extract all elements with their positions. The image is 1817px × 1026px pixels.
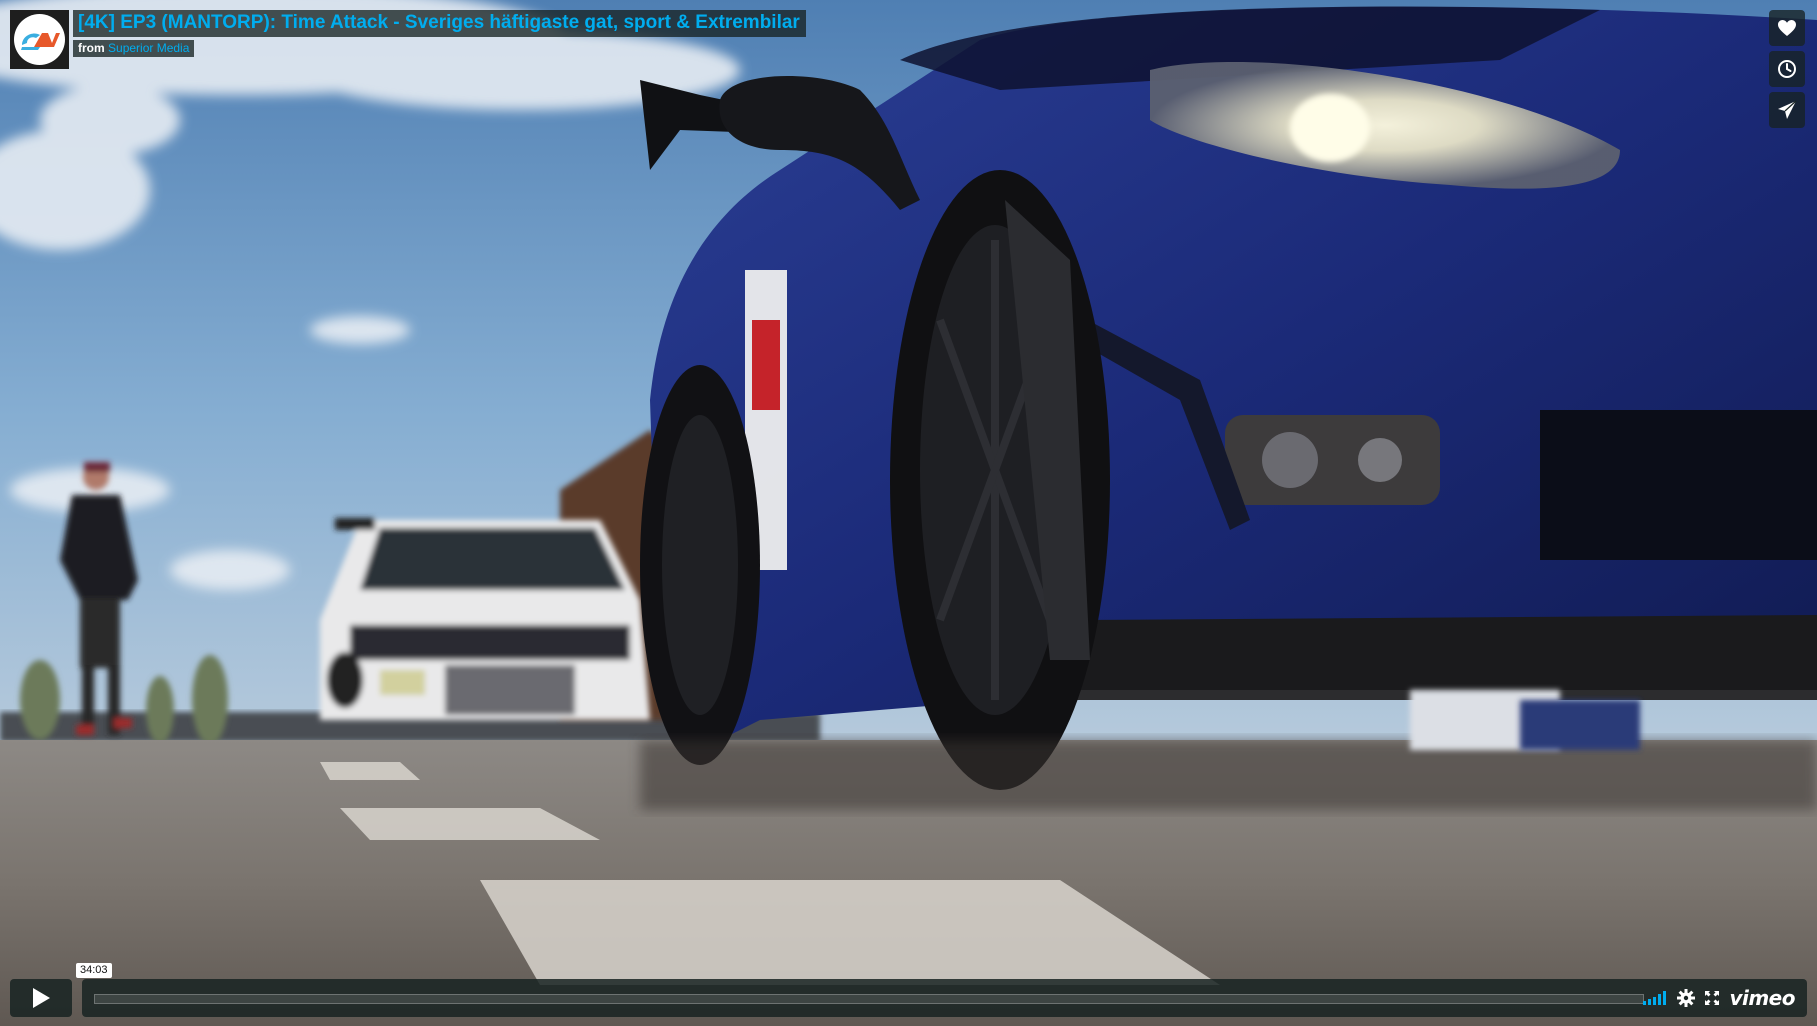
volume-bars-icon[interactable]	[1643, 991, 1667, 1005]
control-bar: vimeo	[82, 979, 1807, 1017]
author-avatar[interactable]	[10, 10, 69, 69]
video-title-link[interactable]: [4K] EP3 (MANTORP): Time Attack - Sverig…	[73, 10, 806, 37]
share-button[interactable]	[1769, 92, 1805, 128]
control-bar-right: vimeo	[1643, 979, 1795, 1017]
byline-prefix: from	[78, 41, 105, 55]
player-controls: vimeo 34:03	[10, 963, 1807, 1017]
vimeo-logo-link[interactable]: vimeo	[1729, 986, 1795, 1010]
progress-bar[interactable]	[94, 994, 1644, 1004]
video-header: [4K] EP3 (MANTORP): Time Attack - Sverig…	[10, 10, 806, 69]
superior-media-logo-icon	[20, 32, 60, 50]
play-icon	[33, 988, 50, 1008]
clock-icon	[1778, 60, 1796, 78]
watch-later-button[interactable]	[1769, 51, 1805, 87]
video-frame	[0, 0, 1817, 1026]
author-link[interactable]: Superior Media	[108, 41, 189, 55]
side-actions	[1769, 10, 1805, 128]
duration-timecode: 34:03	[76, 963, 112, 978]
video-player[interactable]: [4K] EP3 (MANTORP): Time Attack - Sverig…	[0, 0, 1817, 1026]
paper-plane-icon	[1778, 100, 1797, 119]
heart-icon	[1778, 20, 1796, 36]
play-button[interactable]	[10, 979, 72, 1017]
byline: from Superior Media	[73, 40, 195, 57]
author-logo	[14, 14, 65, 65]
like-button[interactable]	[1769, 10, 1805, 46]
fullscreen-icon[interactable]	[1705, 991, 1720, 1005]
gear-icon[interactable]	[1677, 989, 1696, 1007]
